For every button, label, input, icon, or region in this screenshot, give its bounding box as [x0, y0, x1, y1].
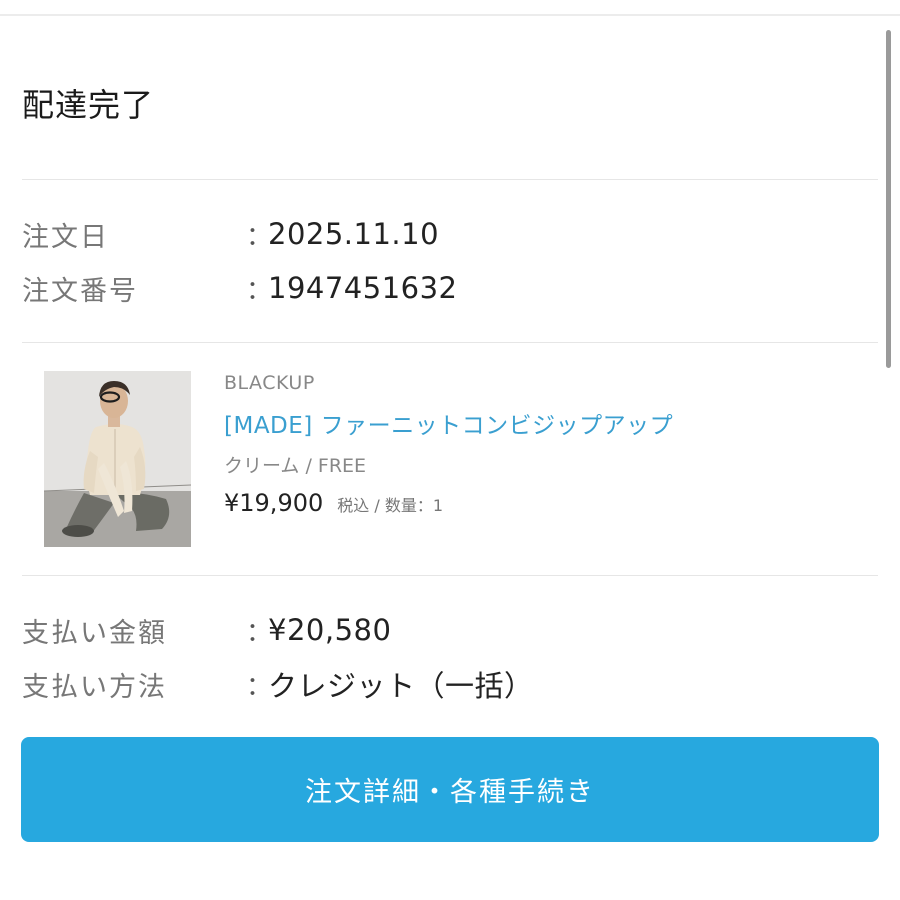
section-divider [22, 179, 878, 180]
order-number-row: 注文番号 ： 1947451632 [22, 268, 458, 308]
payment-amount-value: ¥20,580 [268, 613, 392, 647]
payment-amount-row: 支払い金額 ： ¥20,580 [22, 610, 391, 650]
product-photo-icon [44, 371, 191, 547]
product-name-link[interactable]: [MADE] ファーニットコンビジップアップ [224, 406, 673, 440]
payment-method-label: 支払い方法 [22, 671, 167, 703]
section-divider [22, 575, 878, 576]
scrollbar[interactable] [886, 30, 891, 368]
product-brand: BLACKUP [224, 372, 315, 394]
colon-separator: ： [246, 221, 273, 252]
product-image[interactable] [44, 371, 191, 547]
order-date-row: 注文日 ： 2025.11.10 [22, 214, 439, 254]
product-variant: クリーム / FREE [224, 455, 367, 477]
top-divider [0, 14, 900, 16]
order-date-value: 2025.11.10 [268, 217, 440, 251]
section-divider [22, 342, 878, 343]
order-status-title: 配達完了 [22, 86, 155, 124]
payment-amount-label: 支払い金額 [22, 617, 167, 649]
order-date-label: 注文日 [22, 221, 109, 253]
payment-method-row: 支払い方法 ： クレジット（一括） [22, 664, 534, 704]
product-price-line: ¥19,900 税込 / 数量：1 [224, 489, 443, 517]
product-price-meta: 税込 / 数量：1 [337, 496, 443, 515]
colon-separator: ： [246, 275, 273, 306]
colon-separator: ： [246, 671, 273, 702]
order-number-value: 1947451632 [268, 271, 458, 305]
product-price: ¥19,900 [224, 489, 324, 517]
order-detail-button[interactable]: 注文詳細・各種手続き [21, 737, 879, 842]
colon-separator: ： [246, 617, 273, 648]
order-number-label: 注文番号 [22, 275, 138, 307]
payment-method-value: クレジット（一括） [268, 669, 534, 703]
